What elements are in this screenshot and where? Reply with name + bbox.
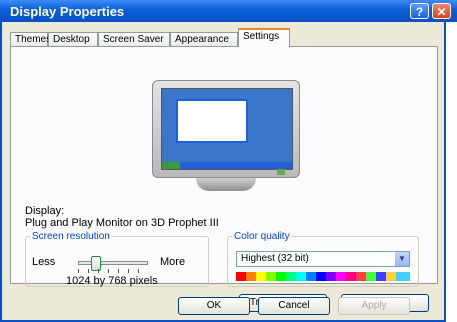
tab-screen-saver[interactable]: Screen Saver: [98, 32, 170, 46]
ok-button[interactable]: OK: [178, 297, 250, 315]
cancel-button[interactable]: Cancel: [258, 297, 330, 315]
help-button[interactable]: ?: [410, 3, 429, 19]
tab-appearance[interactable]: Appearance: [170, 32, 238, 46]
color-spectrum-bar: [236, 272, 410, 281]
resolution-more-label: More: [160, 256, 186, 268]
apply-button[interactable]: Apply: [338, 297, 410, 315]
title-bar: Display Properties ? ✕: [0, 0, 457, 22]
monitor-name: Plug and Play Monitor on 3D Prophet III: [25, 217, 219, 229]
window-title: Display Properties: [10, 4, 125, 19]
color-quality-value: Highest (32 bit): [241, 253, 309, 264]
monitor-stand: [196, 178, 256, 191]
monitor-bezel: [152, 80, 300, 178]
monitor-screen: [161, 88, 293, 170]
chevron-down-icon[interactable]: ▼: [395, 252, 409, 266]
screen-resolution-group: Screen resolution Less More 1024 by 768 …: [25, 231, 209, 287]
color-quality-group: Color quality Highest (32 bit) ▼: [227, 231, 419, 287]
monitor-preview-image: [152, 80, 300, 191]
tab-themes[interactable]: Themes: [10, 32, 51, 46]
tab-settings[interactable]: Settings: [238, 28, 290, 47]
resolution-value: 1024 by 768 pixels: [66, 275, 158, 287]
dialog-body: Themes Desktop Screen Saver Appearance S…: [0, 22, 446, 322]
display-label: Display:: [25, 205, 65, 217]
resolution-less-label: Less: [32, 256, 56, 268]
settings-panel: Display: Plug and Play Monitor on 3D Pro…: [10, 46, 438, 312]
resolution-slider-track[interactable]: [78, 261, 148, 265]
tab-desktop[interactable]: Desktop: [48, 32, 98, 46]
power-led-icon: [277, 169, 285, 175]
close-button[interactable]: ✕: [432, 3, 451, 19]
resolution-ticks: [78, 269, 148, 273]
preview-taskbar: [162, 162, 292, 169]
color-quality-legend: Color quality: [234, 231, 290, 242]
preview-start-button: [162, 162, 180, 169]
preview-window: [176, 99, 248, 143]
color-quality-select[interactable]: Highest (32 bit) ▼: [236, 251, 410, 267]
screen-resolution-legend: Screen resolution: [32, 231, 110, 242]
